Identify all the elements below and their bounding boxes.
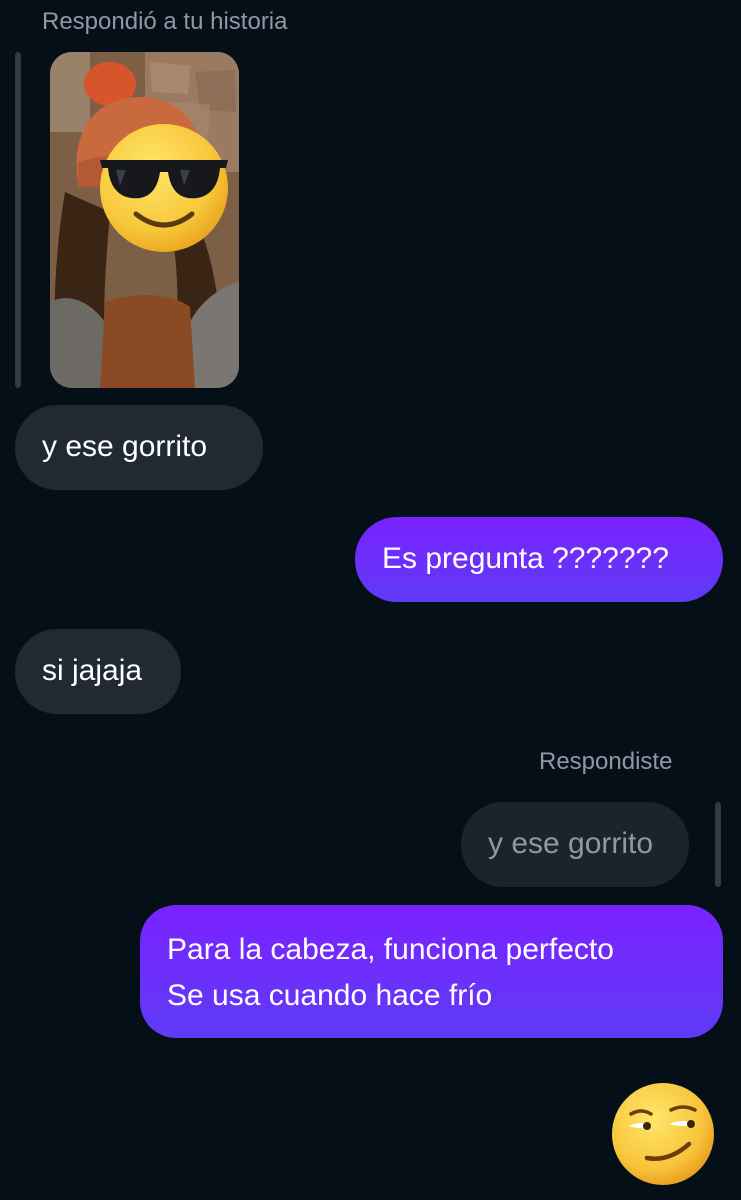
- story-reply-bar: [15, 52, 21, 388]
- message-line: Se usa cuando hace frío: [167, 979, 493, 1012]
- reply-label: Respondiste: [539, 748, 673, 775]
- message-line: Para la cabeza, funciona perfecto: [167, 933, 614, 966]
- message-outgoing[interactable]: Es pregunta ???????: [355, 517, 723, 602]
- story-reply-label: Respondió a tu historia: [42, 8, 288, 35]
- message-outgoing-multiline[interactable]: Para la cabeza, funciona perfecto Se usa…: [140, 905, 723, 1038]
- message-incoming[interactable]: y ese gorrito: [15, 405, 263, 490]
- message-incoming[interactable]: si jajaja: [15, 629, 181, 714]
- story-thumbnail[interactable]: [50, 52, 239, 388]
- quoted-reply-bar: [715, 802, 721, 887]
- quoted-message[interactable]: y ese gorrito: [461, 802, 689, 887]
- smirking-face-icon[interactable]: [609, 1080, 717, 1188]
- sunglasses-emoji-icon: [100, 124, 228, 252]
